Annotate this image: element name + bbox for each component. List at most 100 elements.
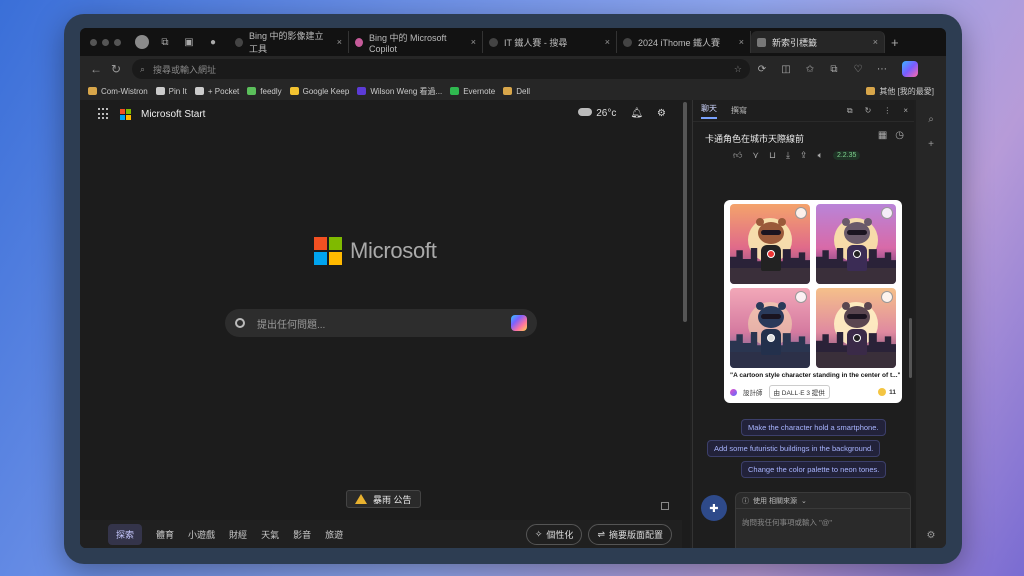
tab-actions-icon[interactable]: ▣: [181, 34, 197, 50]
collections-icon[interactable]: ⧉: [822, 64, 846, 75]
scroll-thumb[interactable]: [683, 102, 687, 322]
copy-icon[interactable]: ⊔: [769, 150, 776, 161]
profile-avatar[interactable]: [135, 35, 149, 49]
thumbs-up-icon[interactable]: 👍︎: [733, 150, 742, 161]
image-select-icon[interactable]: [881, 291, 893, 303]
workspaces-icon[interactable]: ⧉: [157, 34, 173, 50]
new-tab-plus-icon[interactable]: +: [891, 35, 899, 50]
address-bar[interactable]: ⌕ 搜尋或輸入網址 ☆: [132, 59, 750, 79]
tab-close-icon[interactable]: ×: [331, 37, 342, 47]
bookmark-item[interactable]: feedly: [247, 87, 282, 96]
tab-label: Bing 中的影像建立工具: [248, 31, 324, 54]
folder-icon: [503, 87, 513, 95]
image-select-icon[interactable]: [795, 291, 807, 303]
tab-favicon: [235, 37, 243, 47]
tab-close-icon[interactable]: ×: [867, 37, 878, 47]
personalize-button[interactable]: ✧ 個性化: [525, 523, 583, 545]
pinned-tab-icon[interactable]: ●: [205, 34, 221, 50]
favorite-star-icon[interactable]: ☆: [734, 64, 742, 75]
image-select-icon[interactable]: [881, 207, 893, 219]
image-select-icon[interactable]: [795, 207, 807, 219]
bookmark-item[interactable]: Dell: [503, 87, 530, 96]
new-topic-button[interactable]: ✚: [701, 495, 727, 521]
bookmark-item[interactable]: + Pocket: [194, 87, 239, 96]
weather-alert-badge[interactable]: 暴雨 公告: [346, 490, 421, 508]
search-icon[interactable]: ⌕: [916, 114, 946, 125]
feed-tab-travel[interactable]: 旅遊: [325, 528, 343, 541]
tab-ithome[interactable]: 2024 iThome 鐵人賽 ×: [617, 31, 751, 53]
ms-start-label[interactable]: Microsoft Start: [141, 109, 205, 120]
tab-chat[interactable]: 聊天: [701, 103, 717, 119]
suggestion-chip[interactable]: Make the character hold a smartphone.: [741, 419, 886, 436]
expand-icon[interactable]: [661, 502, 669, 510]
maximize-window-dot[interactable]: [114, 38, 121, 46]
feed-tab-weather[interactable]: 天氣: [261, 528, 279, 541]
designer-label[interactable]: 設計師: [743, 387, 763, 397]
read-aloud-icon[interactable]: 🔈︎: [818, 150, 823, 161]
health-icon[interactable]: ♡: [846, 64, 870, 75]
bookmark-item[interactable]: Evernote: [450, 87, 495, 96]
close-icon[interactable]: ×: [903, 106, 908, 116]
other-favorites[interactable]: 其他 [我的最愛]: [866, 86, 934, 97]
tab-image-creator[interactable]: Bing 中的影像建立工具 ×: [229, 31, 349, 54]
bookmark-item[interactable]: Wilson Weng 看過...: [357, 86, 442, 97]
back-arrow-icon[interactable]: ←: [86, 62, 106, 76]
split-screen-icon[interactable]: ◫: [774, 64, 798, 75]
grid-view-icon[interactable]: ▦: [878, 130, 887, 141]
notification-bell-icon[interactable]: 🔔︎: [630, 108, 643, 119]
browser-essentials-icon[interactable]: ⟳: [750, 64, 774, 75]
share-icon[interactable]: ⇪: [800, 150, 808, 161]
bookmark-item[interactable]: Pin It: [155, 87, 187, 96]
download-icon[interactable]: ⤓: [786, 150, 790, 161]
more-icon[interactable]: ⋮: [883, 106, 891, 116]
generated-image[interactable]: [730, 204, 810, 284]
tab-new-tab[interactable]: 新索引標籤 ×: [751, 31, 885, 53]
refresh-icon[interactable]: ↻: [106, 62, 126, 76]
bookmark-item[interactable]: Google Keep: [289, 87, 349, 96]
tab-compose[interactable]: 撰寫: [731, 105, 747, 116]
sidebar-scrollbar[interactable]: [909, 318, 912, 378]
settings-gear-icon[interactable]: ⚙: [916, 530, 946, 541]
suggestion-chip[interactable]: Add some futuristic buildings in the bac…: [707, 440, 881, 457]
open-in-new-icon[interactable]: ⧉: [847, 106, 853, 116]
close-window-dot[interactable]: [90, 38, 97, 46]
tab-close-icon[interactable]: ×: [465, 37, 476, 47]
refresh-icon[interactable]: ↻: [865, 106, 872, 116]
main-scrollbar[interactable]: [682, 100, 688, 548]
favorites-icon[interactable]: ✩: [798, 64, 822, 75]
chat-input-placeholder[interactable]: 詢問我任何事項或輸入 "@": [736, 509, 910, 536]
more-menu-icon[interactable]: ⋯: [870, 64, 894, 75]
app-launcher-icon[interactable]: [98, 108, 110, 120]
bookmarks-bar: Com-Wistron Pin It + Pocket feedly Googl…: [80, 82, 946, 100]
copilot-icon[interactable]: [902, 61, 918, 77]
settings-gear-icon[interactable]: ⚙: [657, 108, 666, 119]
history-icon[interactable]: ◷: [895, 130, 904, 141]
chat-composer[interactable]: ⓘ使用 相關來源⌄ 詢問我任何事項或輸入 "@" ▧ ⊡ 🎙︎ ➤: [735, 492, 911, 548]
tab-close-icon[interactable]: ×: [733, 37, 744, 47]
tab-copilot[interactable]: Bing 中的 Microsoft Copilot ×: [349, 31, 483, 54]
composer-source-toggle[interactable]: ⓘ 使用 相關來源 ⌄: [736, 493, 910, 509]
add-icon[interactable]: +: [916, 139, 946, 150]
minimize-window-dot[interactable]: [102, 38, 109, 46]
generated-image[interactable]: [730, 288, 810, 368]
feed-tab-video[interactable]: 影音: [293, 528, 311, 541]
bookmark-item[interactable]: Com-Wistron: [88, 87, 148, 96]
generated-image[interactable]: [816, 288, 896, 368]
web-search-input[interactable]: 提出任何問題...: [225, 309, 537, 337]
suggestion-chip[interactable]: Change the color palette to neon tones.: [741, 461, 887, 478]
weather-widget[interactable]: 26°c: [578, 108, 616, 119]
feed-tab-explore[interactable]: 探索: [108, 523, 143, 545]
info-icon: ⓘ: [742, 497, 749, 505]
generated-images-card[interactable]: "A cartoon style character standing in t…: [724, 200, 902, 403]
window-controls[interactable]: [90, 38, 121, 46]
generated-image[interactable]: [816, 204, 896, 284]
tab-search[interactable]: IT 鐵人賽 - 搜尋 ×: [483, 31, 617, 53]
feed-tab-sports[interactable]: 體育: [156, 528, 174, 541]
feed-tab-finance[interactable]: 財經: [229, 528, 247, 541]
layout-button[interactable]: ⇌ 摘要版面配置: [588, 523, 672, 545]
tab-favicon: [757, 37, 766, 47]
thumbs-down-icon[interactable]: ⋎: [752, 150, 759, 161]
copilot-icon[interactable]: [511, 315, 527, 331]
tab-close-icon[interactable]: ×: [599, 37, 610, 47]
feed-tab-games[interactable]: 小遊戲: [188, 528, 215, 541]
